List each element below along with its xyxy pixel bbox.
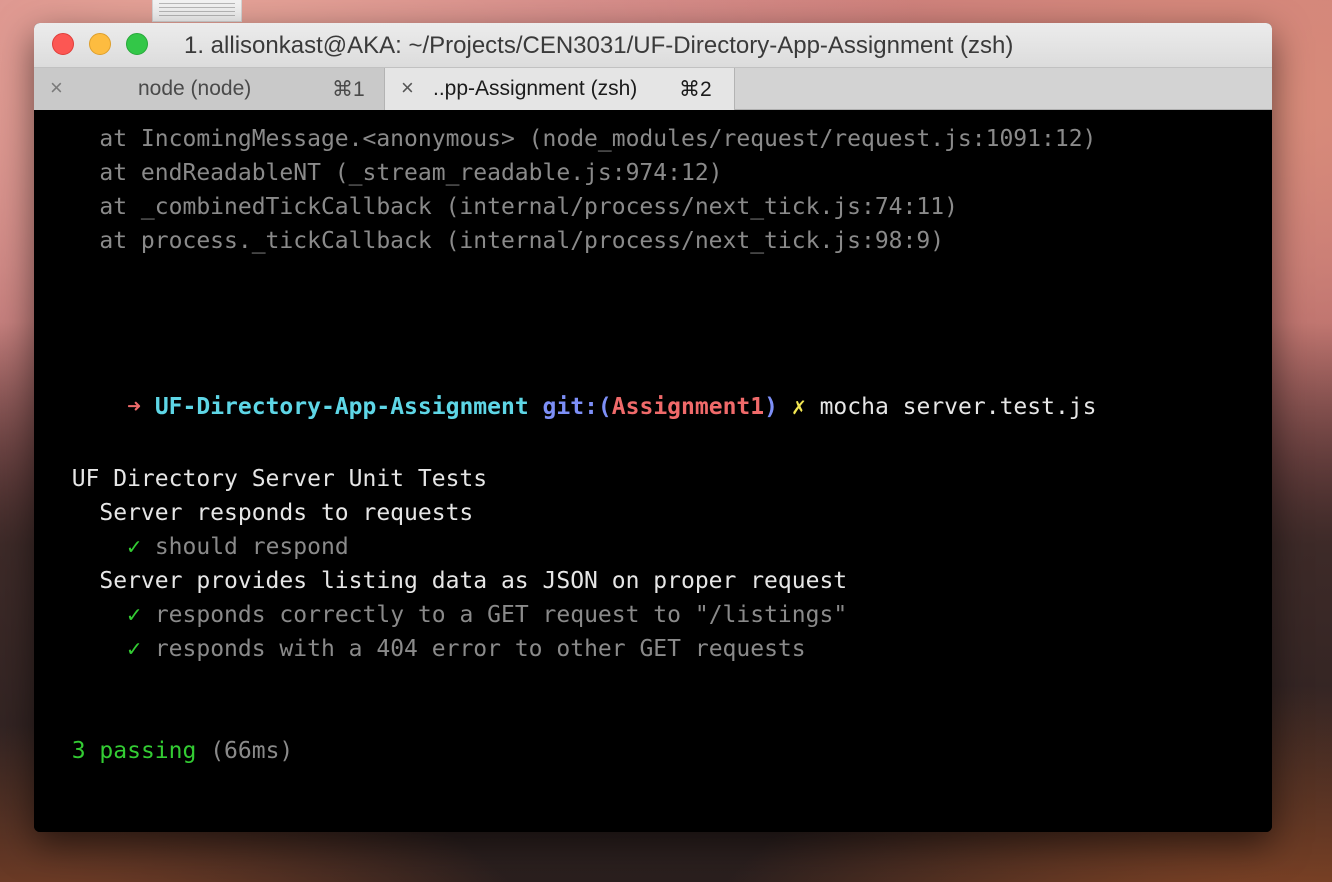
- tab-label: ..pp-Assignment (zsh): [433, 77, 638, 100]
- stack-trace-line: at process._tickCallback (internal/proce…: [44, 228, 945, 254]
- stack-trace-line: at IncomingMessage.<anonymous> (node_mod…: [44, 126, 1097, 152]
- prompt-directory: UF-Directory-App-Assignment: [154, 394, 529, 420]
- prompt-arrow-icon: ➜: [127, 394, 141, 420]
- stack-trace-line: at _combinedTickCallback (internal/proce…: [44, 194, 958, 220]
- minimize-window-button[interactable]: [89, 33, 111, 55]
- tab-shortcut: ⌘1: [332, 78, 365, 101]
- terminal-window: 1. allisonkast@AKA: ~/Projects/CEN3031/U…: [34, 23, 1272, 832]
- dirty-mark-icon: ✗: [791, 394, 806, 420]
- tab-bar: × node (node) ⌘1 × ..pp-Assignment (zsh)…: [34, 67, 1272, 110]
- prompt-command: mocha server.test.js: [819, 394, 1097, 420]
- prompt-line-command: ➜ UF-Directory-App-Assignment git:(Assig…: [44, 362, 1096, 420]
- test-suite-title: UF Directory Server Unit Tests: [44, 466, 488, 492]
- prompt-branch: Assignment1: [611, 394, 765, 420]
- close-icon[interactable]: ×: [50, 76, 63, 100]
- check-icon: ✓: [127, 636, 141, 662]
- test-group-title: Server provides listing data as JSON on …: [44, 568, 848, 594]
- close-icon[interactable]: ×: [401, 76, 414, 100]
- test-duration: (66ms): [210, 738, 294, 764]
- check-icon: ✓: [127, 602, 141, 628]
- prompt-git-suffix: ): [764, 394, 778, 420]
- tab-node[interactable]: × node (node) ⌘1: [34, 68, 385, 110]
- test-result: ✓ should respond: [44, 532, 349, 562]
- tab-label: node (node): [138, 77, 252, 100]
- window-title: 1. allisonkast@AKA: ~/Projects/CEN3031/U…: [184, 32, 1014, 59]
- test-name: responds with a 404 error to other GET r…: [154, 636, 806, 662]
- check-icon: ✓: [127, 534, 141, 560]
- test-group-title: Server responds to requests: [44, 500, 474, 526]
- test-result: ✓ responds with a 404 error to other GET…: [44, 634, 806, 664]
- zoom-window-button[interactable]: [126, 33, 148, 55]
- title-bar[interactable]: 1. allisonkast@AKA: ~/Projects/CEN3031/U…: [34, 23, 1272, 67]
- desktop-file-thumbnail[interactable]: [152, 0, 242, 22]
- test-summary: 3 passing (66ms): [44, 736, 294, 766]
- stack-trace-line: at endReadableNT (_stream_readable.js:97…: [44, 160, 723, 186]
- test-name: should respond: [154, 534, 349, 560]
- terminal-output[interactable]: at IncomingMessage.<anonymous> (node_mod…: [34, 110, 1272, 832]
- tab-zsh[interactable]: × ..pp-Assignment (zsh) ⌘2: [385, 68, 735, 110]
- prompt-line-current[interactable]: ➜ UF-Directory-App-Assignment git:(Assig…: [44, 804, 834, 832]
- tab-shortcut: ⌘2: [679, 78, 712, 101]
- test-result: ✓ responds correctly to a GET request to…: [44, 600, 847, 630]
- prompt-git-prefix: git:(: [542, 394, 612, 420]
- close-window-button[interactable]: [52, 33, 74, 55]
- test-name: responds correctly to a GET request to "…: [154, 602, 848, 628]
- passing-count: 3 passing: [71, 738, 197, 764]
